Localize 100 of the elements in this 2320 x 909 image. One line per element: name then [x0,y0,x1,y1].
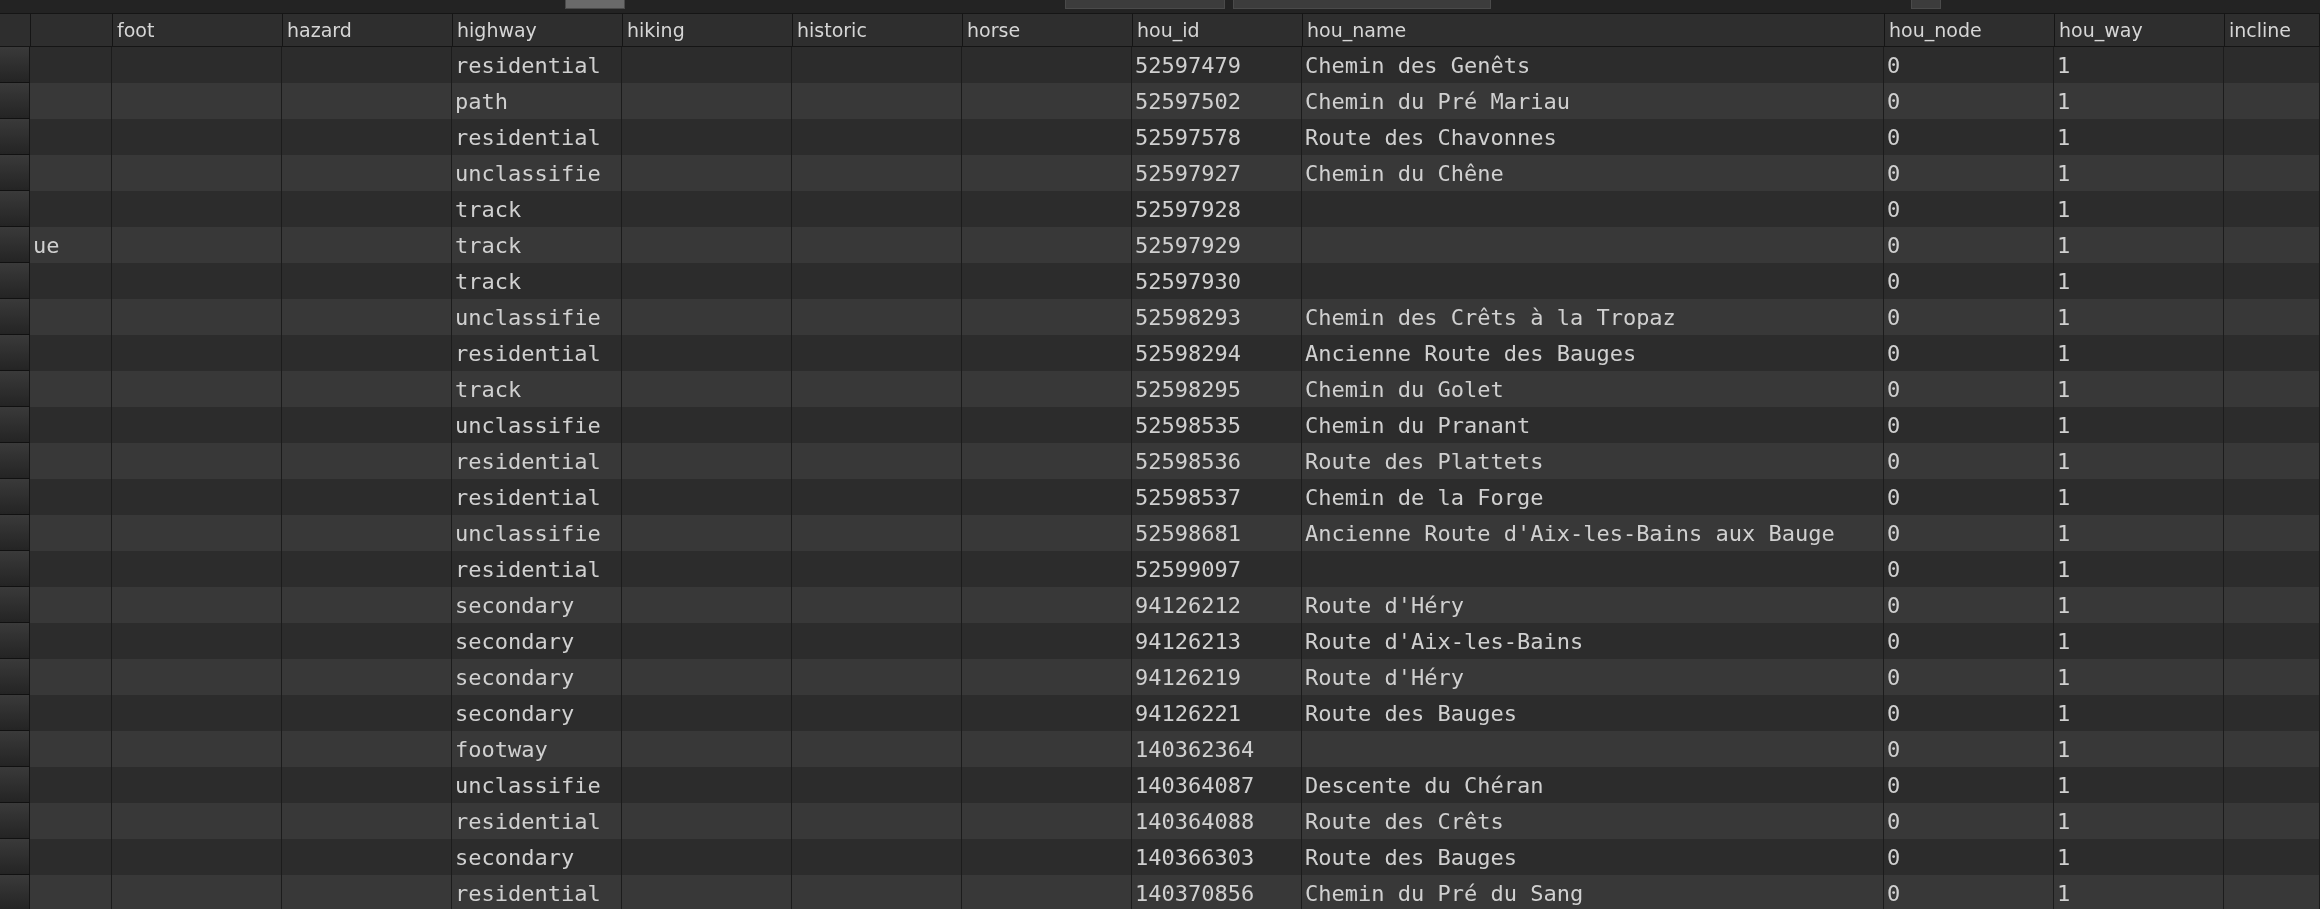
row-header[interactable] [0,839,30,875]
row-header[interactable] [0,191,30,227]
column-header[interactable]: historic [797,19,867,41]
row-header[interactable] [0,695,30,731]
table-cell: 1 [2057,52,2071,78]
table-cell: track [455,196,522,222]
table-cell: 1 [2057,232,2071,258]
table-cell: 1 [2057,160,2071,186]
row-header[interactable] [0,155,30,191]
table-cell: 0 [1887,232,1901,258]
column-header[interactable]: incline [2229,19,2292,41]
table-cell: 1 [2057,376,2071,402]
table-cell: 52598535 [1135,412,1241,438]
table-cell: Route des Chavonnes [1305,124,1557,150]
table-cell: residential [455,556,601,582]
toolbar-control[interactable] [1233,0,1491,9]
table-cell: 0 [1887,52,1901,78]
table-cell: 1 [2057,268,2071,294]
row-header[interactable] [0,83,30,119]
table-cell: Descente du Chéran [1305,772,1544,798]
toolbar-control[interactable] [1911,0,1941,9]
row-header[interactable] [0,299,30,335]
table-cell: Chemin du Golet [1305,376,1504,402]
table-cell: 94126221 [1135,700,1241,726]
column-header[interactable]: hazard [287,19,352,41]
column-header[interactable]: highway [457,19,537,41]
table-cell: unclassifie [455,160,601,186]
table-cell: 52599097 [1135,556,1241,582]
table-cell: residential [455,484,601,510]
table-cell: 1 [2057,124,2071,150]
table-cell: footway [455,736,548,762]
toolbar-control[interactable] [1065,0,1225,9]
table-cell: 140370856 [1135,880,1255,906]
table-cell: secondary [455,628,575,654]
column-header[interactable]: foot [117,19,155,41]
row-header[interactable] [0,731,30,767]
toolbar-control[interactable] [565,0,625,9]
table-cell: secondary [455,664,575,690]
table-cell: Chemin du Chêne [1305,160,1504,186]
table-cell: 0 [1887,664,1901,690]
table-cell: 52597479 [1135,52,1241,78]
table-cell: Route des Bauges [1305,844,1517,870]
row-header[interactable] [0,875,30,909]
row-header[interactable] [0,227,30,263]
table-cell: 52598294 [1135,340,1241,366]
column-header[interactable]: hiking [627,19,685,41]
table-cell: 140364088 [1135,808,1255,834]
row-header[interactable] [0,335,30,371]
table-cell: 1 [2057,340,2071,366]
table-cell: 1 [2057,304,2071,330]
table-cell: 1 [2057,448,2071,474]
table-cell: residential [455,880,601,906]
table-cell: residential [455,448,601,474]
row-header[interactable] [0,119,30,155]
table-cell: residential [455,340,601,366]
table-cell: 0 [1887,340,1901,366]
table-cell: 1 [2057,808,2071,834]
table-cell: 0 [1887,736,1901,762]
row-header[interactable] [0,587,30,623]
row-header[interactable] [0,263,30,299]
table-cell: 1 [2057,592,2071,618]
table-cell: 1 [2057,412,2071,438]
row-header[interactable] [0,47,30,83]
table-cell: path [455,88,508,114]
table-cell: 0 [1887,196,1901,222]
row-header[interactable] [0,551,30,587]
table-cell: 0 [1887,124,1901,150]
column-header[interactable]: hou_way [2059,19,2143,41]
table-cell: 140366303 [1135,844,1255,870]
table-cell: 1 [2057,520,2071,546]
row-header[interactable] [0,479,30,515]
table-cell: 0 [1887,808,1901,834]
table-cell: Route des Plattets [1305,448,1544,474]
row-header[interactable] [0,515,30,551]
table-cell: secondary [455,700,575,726]
table-cell: 0 [1887,376,1901,402]
table-cell: Route des Crêts [1305,808,1504,834]
row-header[interactable] [0,623,30,659]
row-header[interactable] [0,371,30,407]
column-header[interactable]: hou_name [1307,19,1407,41]
table-cell: 1 [2057,880,2071,906]
table-cell: 1 [2057,88,2071,114]
table-cell: 0 [1887,88,1901,114]
table-cell: 94126219 [1135,664,1241,690]
column-header[interactable]: hou_id [1137,19,1200,41]
table-cell: Route d'Aix-les-Bains [1305,628,1584,654]
table-cell: Chemin du Pré du Sang [1305,880,1584,906]
table-cell: 0 [1887,304,1901,330]
row-header[interactable] [0,443,30,479]
row-header[interactable] [0,767,30,803]
column-header[interactable]: hou_node [1889,19,1982,41]
table-cell: 52598681 [1135,520,1241,546]
table-cell: Chemin des Genêts [1305,52,1531,78]
row-header[interactable] [0,407,30,443]
table-cell: 1 [2057,736,2071,762]
column-header[interactable]: horse [967,19,1021,41]
table-cell: 1 [2057,556,2071,582]
row-header[interactable] [0,803,30,839]
table-cell: 94126213 [1135,628,1241,654]
row-header[interactable] [0,659,30,695]
